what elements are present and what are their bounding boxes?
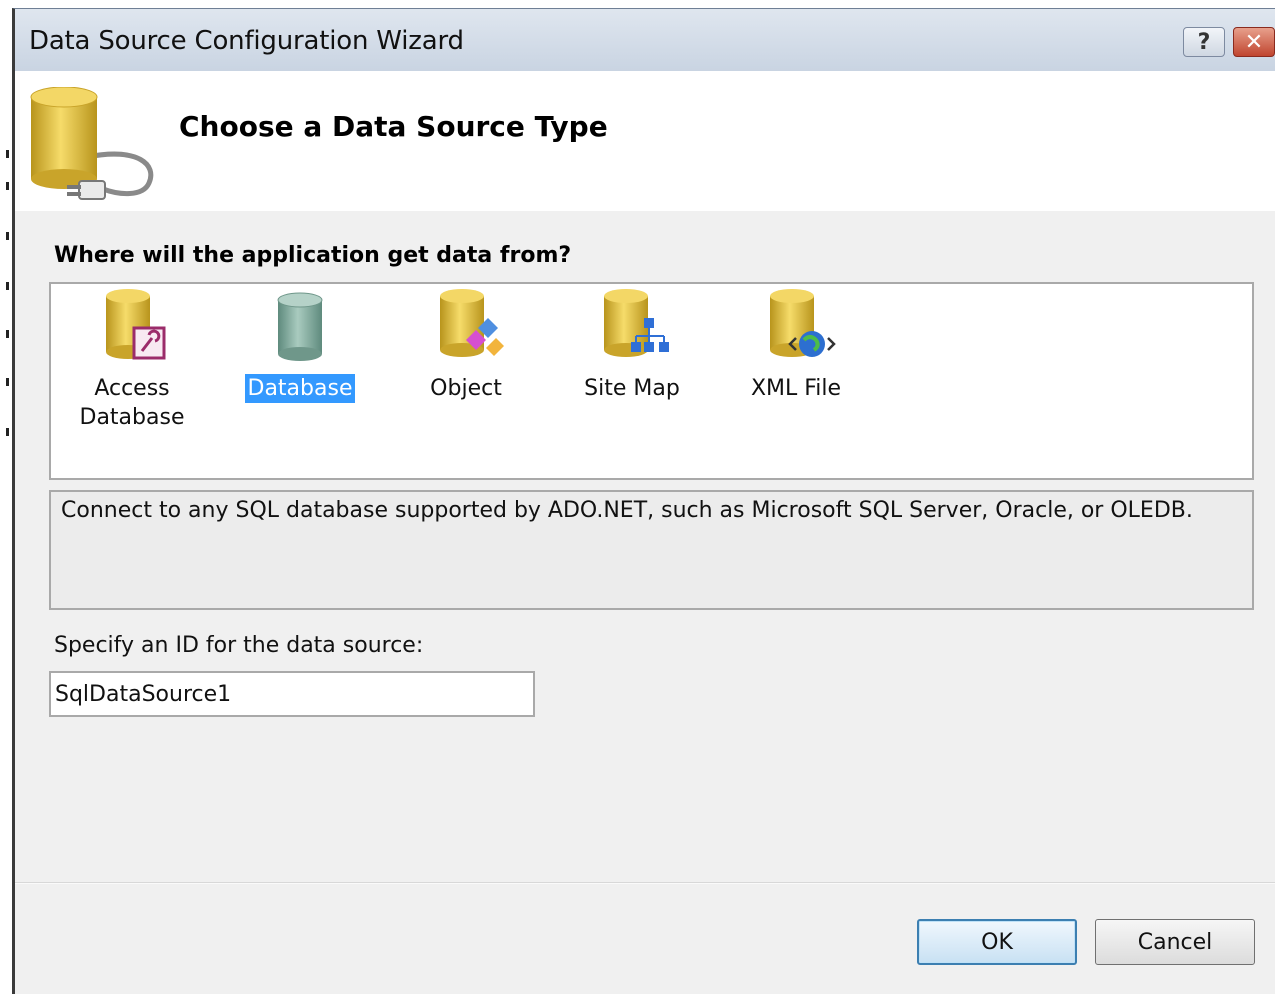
database-icon <box>277 292 323 361</box>
data-source-item-database[interactable]: Database <box>225 288 375 403</box>
close-icon: ✕ <box>1244 29 1264 55</box>
data-source-description: Connect to any SQL database supported by… <box>49 490 1254 610</box>
site-map-icon <box>604 289 669 357</box>
data-source-label: Database <box>244 374 356 403</box>
screen-edge-mark <box>6 330 9 338</box>
data-source-type-list[interactable]: Access Database Database Object Site Map… <box>49 282 1254 480</box>
data-source-label: Site Map <box>584 376 680 401</box>
window-title: Data Source Configuration Wizard <box>29 26 464 56</box>
data-source-item-object[interactable]: Object <box>391 288 541 403</box>
close-button[interactable]: ✕ <box>1233 27 1275 57</box>
data-source-label: Object <box>430 376 502 401</box>
source-prompt: Where will the application get data from… <box>54 243 572 268</box>
wizard-window: Data Source Configuration Wizard ? ✕ Cho… <box>12 8 1275 994</box>
help-icon: ? <box>1197 29 1211 55</box>
cancel-button[interactable]: Cancel <box>1095 919 1255 965</box>
xml-file-icon <box>770 289 836 357</box>
data-source-label: XML File <box>750 376 842 401</box>
screen-edge-mark <box>6 232 9 240</box>
object-icon <box>440 289 504 357</box>
data-source-id-input[interactable] <box>49 671 535 717</box>
title-bar[interactable]: Data Source Configuration Wizard ? ✕ <box>15 9 1275 72</box>
screen-edge-mark <box>6 282 9 290</box>
screen-edge-mark <box>6 150 9 158</box>
screen-edge-mark <box>6 378 9 386</box>
database-plug-icon <box>29 86 159 209</box>
help-button[interactable]: ? <box>1183 27 1225 57</box>
data-source-item-access-database[interactable]: Access Database <box>57 288 207 432</box>
screen-edge-mark <box>6 428 9 436</box>
data-source-item-xml-file[interactable]: XML File <box>721 288 871 403</box>
screen-edge-mark <box>6 182 9 190</box>
id-field-label: Specify an ID for the data source: <box>54 633 424 658</box>
access-database-icon <box>106 289 166 360</box>
footer-separator <box>15 882 1275 884</box>
ok-button[interactable]: OK <box>917 919 1077 965</box>
data-source-label: Access Database <box>79 376 185 430</box>
data-source-item-site-map[interactable]: Site Map <box>557 288 707 403</box>
description-text: Connect to any SQL database supported by… <box>61 498 1193 523</box>
wizard-step-title: Choose a Data Source Type <box>179 110 608 143</box>
